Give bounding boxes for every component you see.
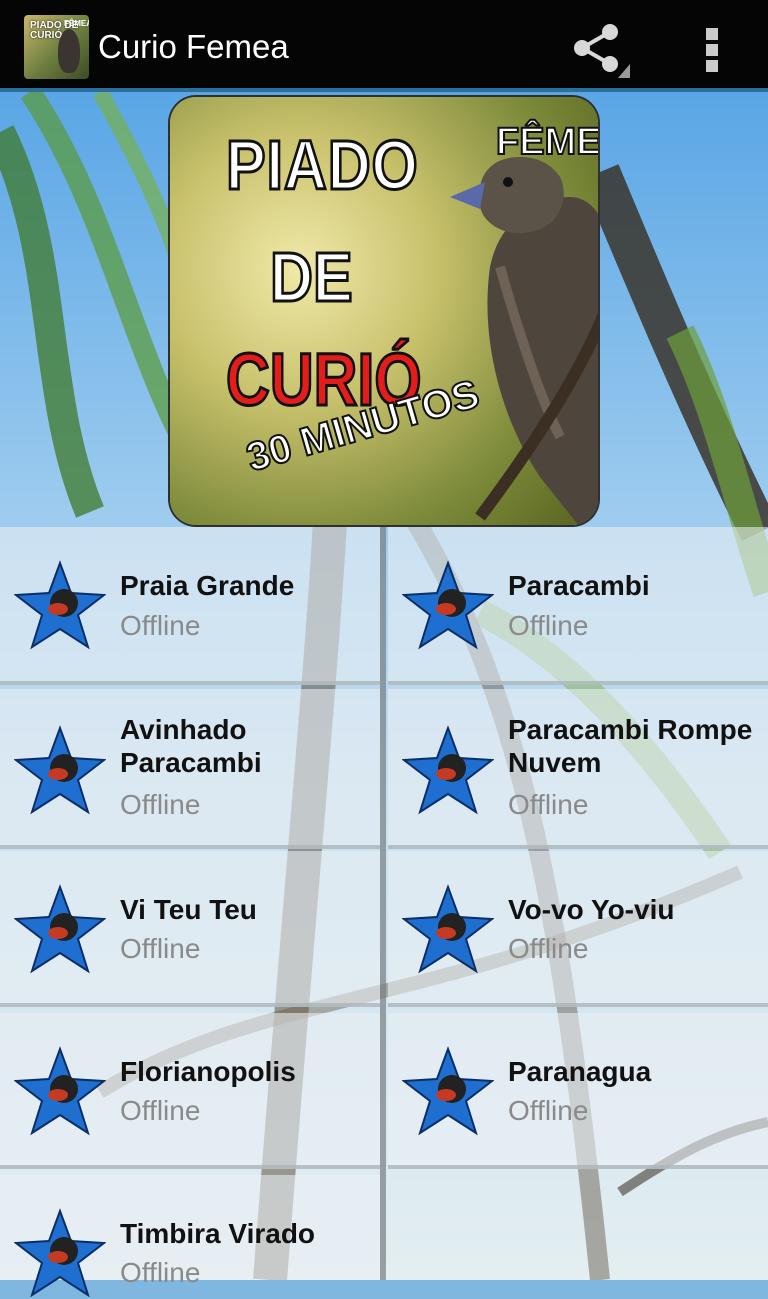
item-status: Offline <box>120 933 201 964</box>
item-status: Offline <box>508 789 589 820</box>
item-status: Offline <box>508 610 589 641</box>
bird-icon <box>58 29 80 73</box>
star-bird-icon <box>402 560 494 650</box>
list-item[interactable]: Vo-vo Yo-viu Offline <box>388 851 768 1007</box>
banner-title-line2: DE <box>269 237 354 318</box>
item-name: Praia Grande <box>120 570 295 601</box>
list-item[interactable]: Praia Grande Offline <box>0 527 380 685</box>
item-status: Offline <box>120 789 201 820</box>
list-item[interactable]: Paracambi Offline <box>388 527 768 685</box>
item-status: Offline <box>120 610 201 641</box>
item-name: Vi Teu Teu <box>120 894 257 925</box>
app-icon[interactable]: PIADO DE CURIÓ FÊMEA <box>24 15 89 79</box>
column-divider <box>380 527 386 1280</box>
action-bar: PIADO DE CURIÓ FÊMEA Curio Femea <box>0 0 768 92</box>
list-item[interactable]: Vi Teu Teu Offline <box>0 851 380 1007</box>
banner-image: PIADO DE CURIÓ FÊMEA 30 MINUTOS <box>170 97 598 525</box>
star-bird-icon <box>14 1208 106 1298</box>
page-title: Curio Femea <box>98 28 289 65</box>
list-item[interactable]: Avinhado Paracambi Offline <box>0 689 380 849</box>
app-icon-side-text: FÊMEA <box>64 19 89 28</box>
list-item[interactable]: Florianopolis Offline <box>0 1013 380 1169</box>
list-item[interactable]: Paranagua Offline <box>388 1013 768 1169</box>
star-bird-icon <box>14 560 106 650</box>
item-status: Offline <box>508 1095 589 1126</box>
banner-title-line1: PIADO <box>225 125 419 206</box>
item-name: Paracambi Rompe Nuvem <box>508 714 753 778</box>
item-name: Avinhado Paracambi <box>120 714 262 778</box>
item-name: Paranagua <box>508 1056 652 1087</box>
star-bird-icon <box>402 725 494 815</box>
list-item[interactable]: Timbira Virado Offline <box>0 1175 380 1298</box>
overflow-menu-icon[interactable] <box>696 24 728 72</box>
star-bird-icon <box>14 1046 106 1136</box>
item-name: Paracambi <box>508 570 650 601</box>
star-bird-icon <box>402 884 494 974</box>
item-status: Offline <box>120 1257 201 1288</box>
list-item[interactable]: Paracambi Rompe Nuvem Offline <box>388 689 768 849</box>
item-status: Offline <box>120 1095 201 1126</box>
item-name: Florianopolis <box>120 1056 296 1087</box>
share-icon[interactable] <box>572 24 632 80</box>
star-bird-icon <box>402 1046 494 1136</box>
bird-illustration <box>450 157 598 525</box>
star-bird-icon <box>14 725 106 815</box>
item-name: Timbira Virado <box>120 1218 316 1249</box>
item-status: Offline <box>508 933 589 964</box>
star-bird-icon <box>14 884 106 974</box>
banner-badge: FÊMEA <box>495 120 598 164</box>
item-name: Vo-vo Yo-viu <box>508 894 675 925</box>
